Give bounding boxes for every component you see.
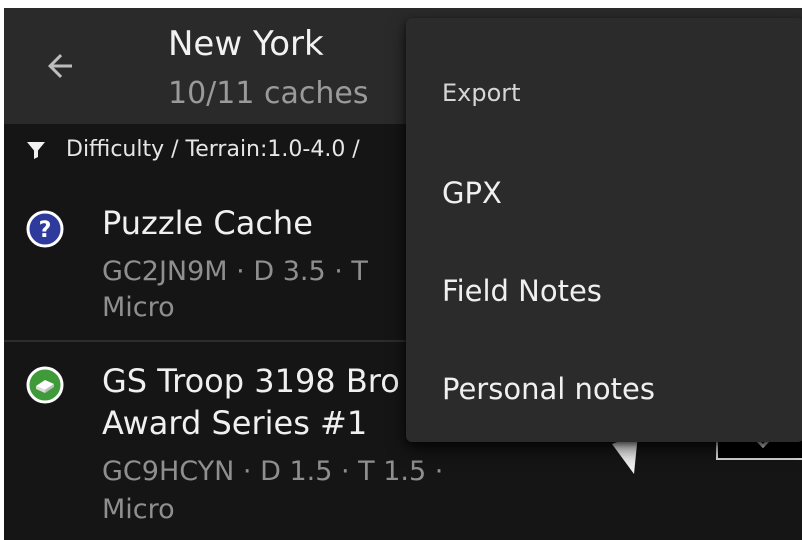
traditional-cache-icon <box>26 366 64 404</box>
menu-item-field-notes[interactable]: Field Notes <box>406 248 802 334</box>
cache-details: GC2JN9M · D 3.5 · T <box>102 256 368 287</box>
page-subtitle: 10/11 caches <box>168 76 369 111</box>
page-title: New York <box>168 24 324 64</box>
cache-size: Micro <box>102 494 175 525</box>
cache-name: GS Troop 3198 Bro <box>102 362 400 400</box>
menu-header-export: Export <box>442 79 521 107</box>
app-window: New York 10/11 caches Difficulty / Terra… <box>4 8 802 540</box>
filter-summary: Difficulty / Terrain:1.0-4.0 / <box>66 137 360 162</box>
menu-item-gpx[interactable]: GPX <box>406 150 802 236</box>
menu-item-personal-notes[interactable]: Personal notes <box>406 346 802 432</box>
cache-details: GC9HCYN · D 1.5 · T 1.5 · <box>102 456 444 487</box>
arrow-left-icon <box>48 54 72 78</box>
svg-text:?: ? <box>39 218 52 243</box>
export-menu: Export GPX Field Notes Personal notes <box>406 18 802 442</box>
menu-item-label: GPX <box>442 176 502 210</box>
cache-name: Puzzle Cache <box>102 204 313 242</box>
filter-icon <box>27 142 45 159</box>
menu-item-label: Field Notes <box>442 274 602 308</box>
menu-item-label: Personal notes <box>442 372 655 406</box>
mystery-cache-icon: ? <box>26 210 64 248</box>
cache-name-continued: Award Series #1 <box>102 404 368 442</box>
back-button[interactable] <box>38 44 82 88</box>
cache-size: Micro <box>102 292 175 323</box>
